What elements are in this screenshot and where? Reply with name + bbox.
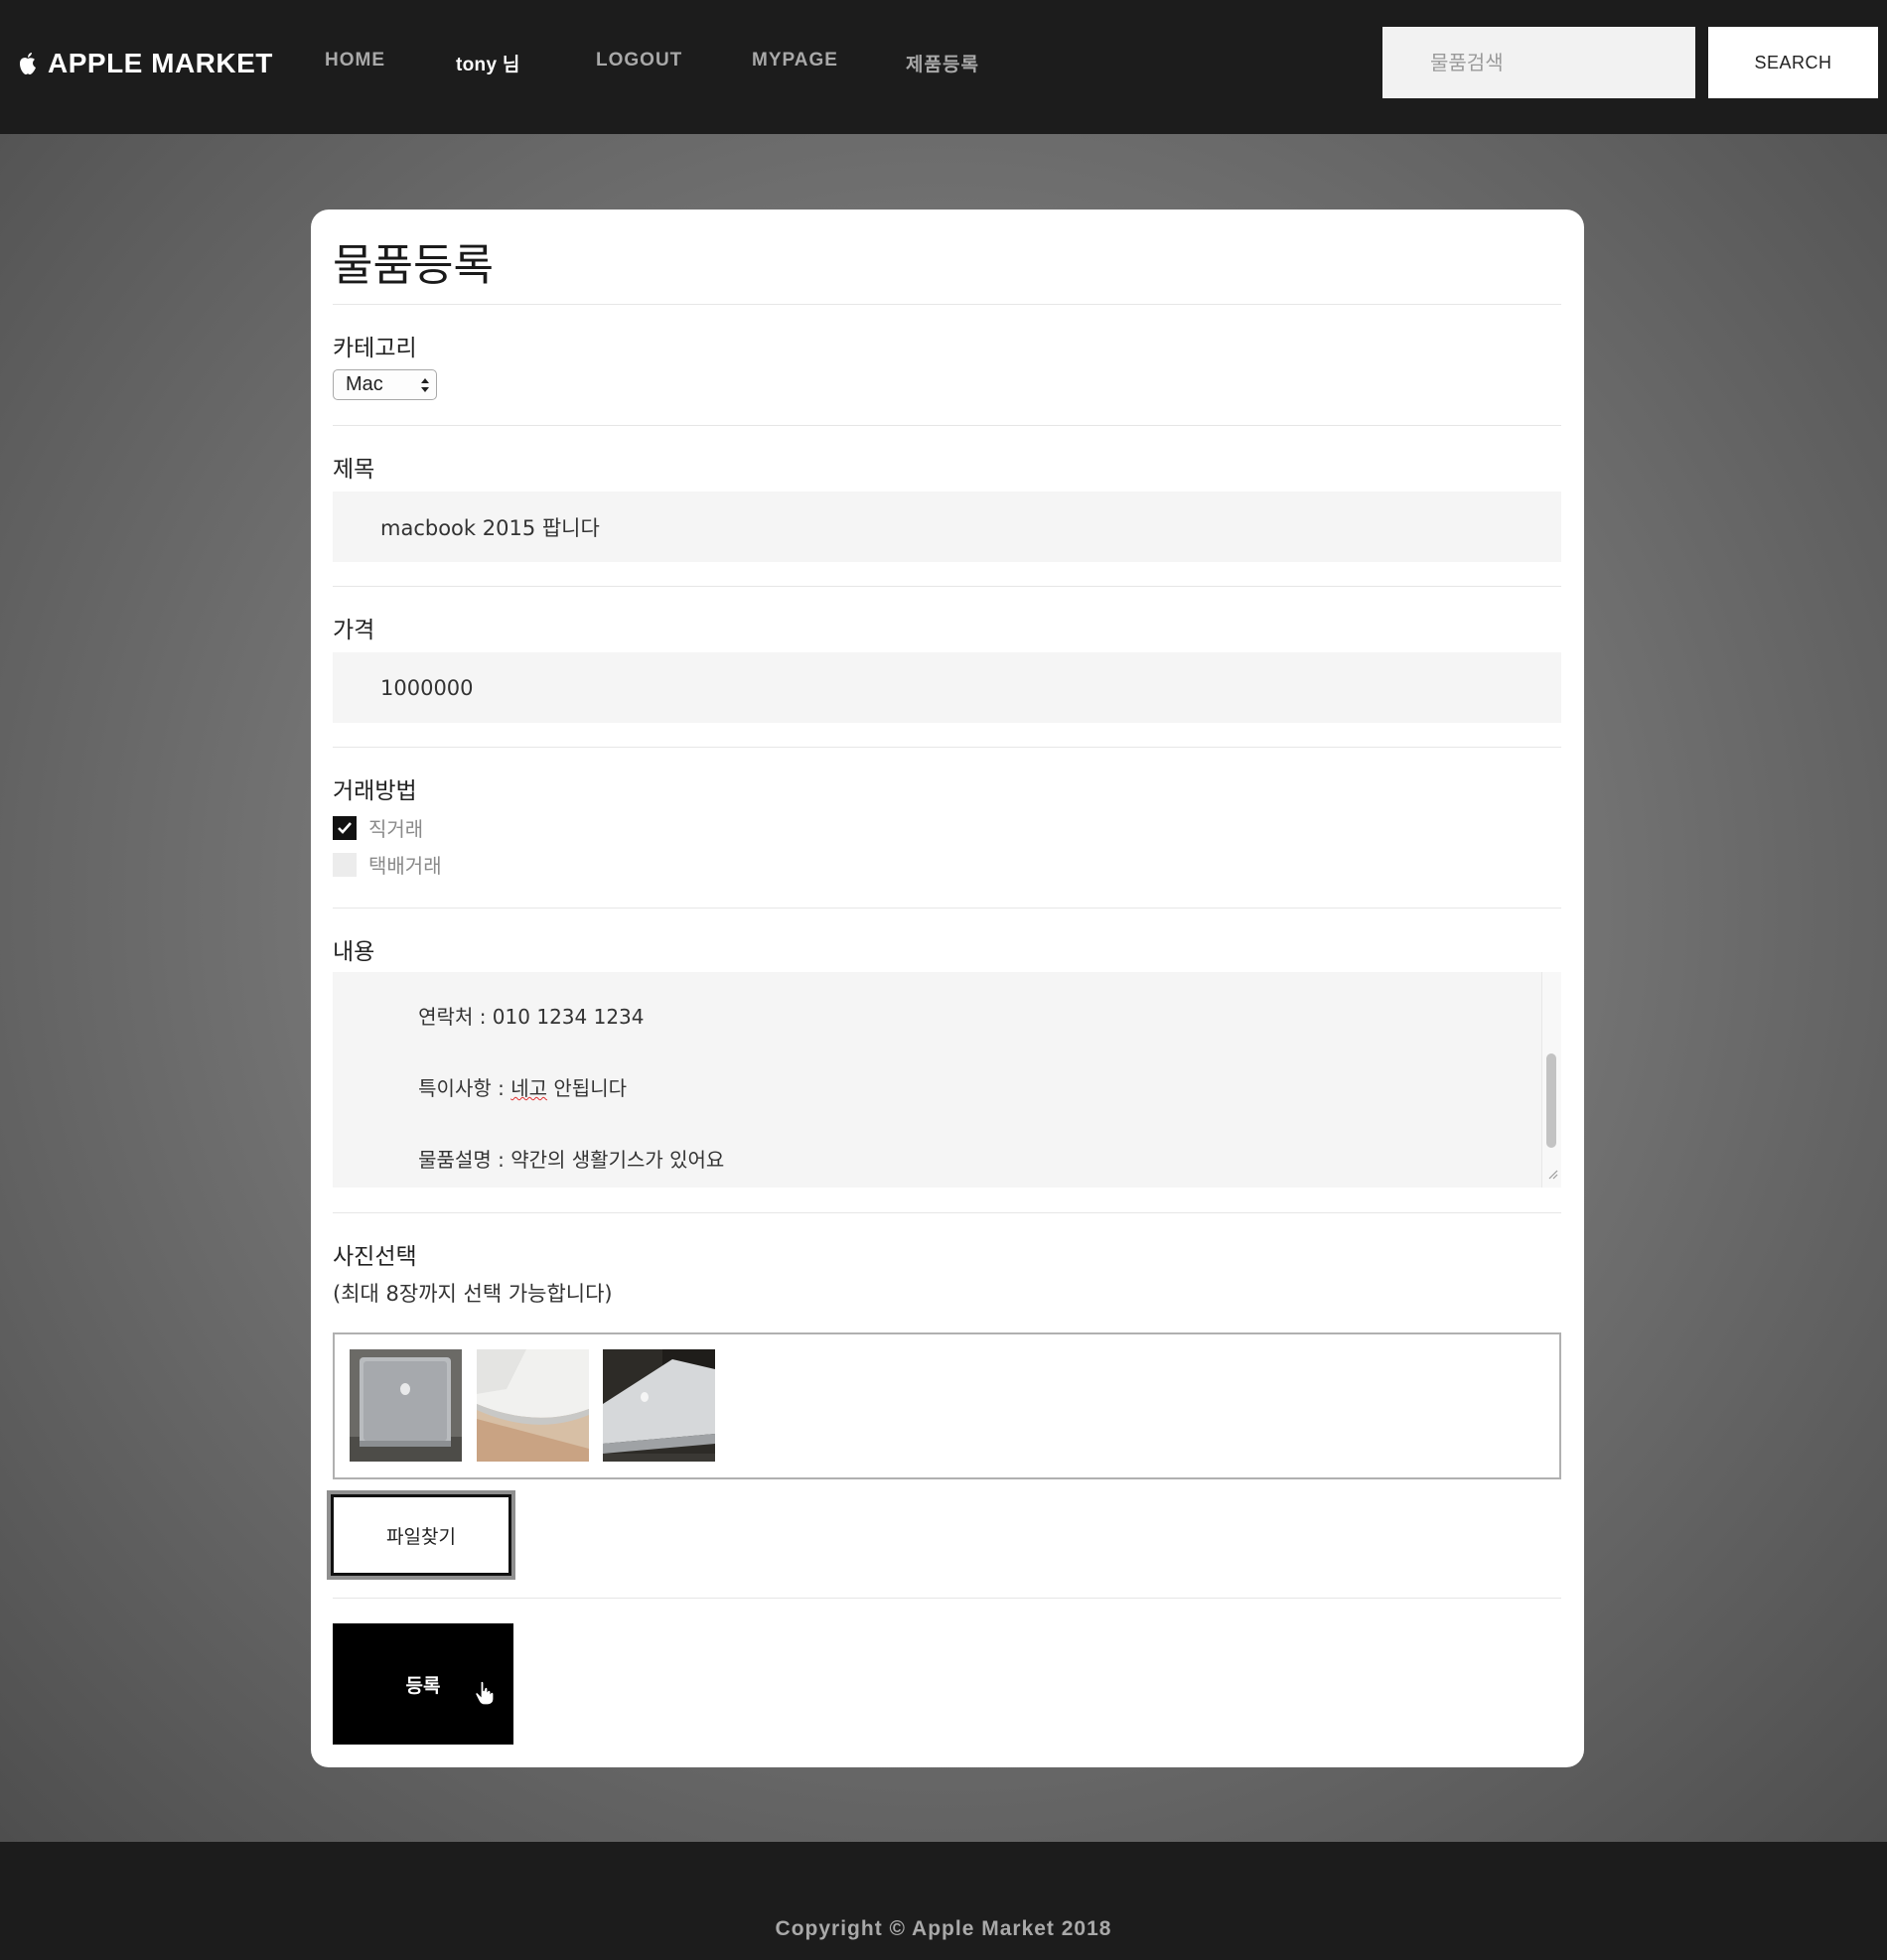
footer: Copyright © Apple Market 2018: [0, 1842, 1887, 1960]
price-label: 가격: [333, 618, 375, 643]
divider: [333, 425, 1561, 426]
content-line: 물품설명 : 약간의 생활기스가 있어요: [418, 1148, 725, 1172]
trade-option-direct[interactable]: 직거래: [333, 813, 423, 842]
apple-icon: [18, 52, 38, 75]
trade-option-label: 직거래: [368, 817, 424, 841]
photo-preview-box: [333, 1332, 1561, 1479]
brand-logo[interactable]: APPLE MARKET: [18, 44, 273, 83]
photo-thumbnail[interactable]: [477, 1349, 589, 1462]
divider: [333, 1212, 1561, 1213]
search-input[interactable]: [1382, 27, 1695, 98]
checkbox-checked[interactable]: [333, 815, 357, 840]
register-form-card: 물품등록 카테고리 Mac 제목 가격 거래방법 직거래 택배거래 내용: [311, 210, 1584, 1767]
brand-name: APPLE MARKET: [48, 48, 273, 78]
photo-thumbnail[interactable]: [350, 1349, 462, 1462]
hand-pointer-icon: [475, 1680, 497, 1711]
photo-hint: (최대 8장까지 선택 가능합니다): [333, 1282, 613, 1306]
scrollbar-thumb[interactable]: [1546, 1053, 1556, 1148]
category-label: 카테고리: [333, 336, 417, 361]
nav-mypage-link[interactable]: MYPAGE: [752, 50, 838, 71]
title-label: 제목: [333, 457, 375, 483]
trade-method-label: 거래방법: [333, 778, 417, 804]
nav-user-link[interactable]: tony 님: [456, 50, 520, 76]
nav-logout-link[interactable]: LOGOUT: [596, 50, 682, 71]
spellcheck-word: 네고: [510, 1076, 548, 1100]
search-button[interactable]: SEARCH: [1708, 27, 1878, 98]
content-textarea[interactable]: 연락처 : 010 1234 1234 특이사항 : 네고 안됩니다 물품설명 …: [333, 972, 1561, 1188]
title-input[interactable]: [333, 491, 1561, 562]
page-title: 물품등록: [333, 240, 494, 291]
price-input[interactable]: [333, 652, 1561, 723]
photo-thumbnail[interactable]: [603, 1349, 715, 1462]
select-arrows-icon: [420, 375, 430, 395]
divider: [333, 586, 1561, 587]
checkbox-unchecked[interactable]: [333, 852, 357, 877]
trade-option-label: 택배거래: [368, 854, 442, 878]
checkmark-icon: [338, 821, 352, 834]
resize-handle-icon[interactable]: [1546, 1167, 1558, 1185]
nav-register-link[interactable]: 제품등록: [906, 50, 979, 76]
divider: [333, 747, 1561, 748]
photo-label: 사진선택: [333, 1244, 417, 1270]
content-line: 특이사항 : 네고 안됩니다: [418, 1076, 627, 1100]
content-line: 연락처 : 010 1234 1234: [418, 1005, 645, 1029]
textarea-scrollbar[interactable]: [1541, 972, 1561, 1188]
nav-home-link[interactable]: HOME: [325, 50, 385, 71]
category-selected-value: Mac: [346, 373, 383, 395]
divider: [333, 1598, 1561, 1599]
divider: [333, 908, 1561, 909]
category-select[interactable]: Mac: [333, 369, 437, 400]
divider: [333, 304, 1561, 305]
copyright-text: Copyright © Apple Market 2018: [775, 1917, 1112, 1940]
top-navbar: APPLE MARKET HOME tony 님 LOGOUT MYPAGE 제…: [0, 0, 1887, 134]
content-label: 내용: [333, 939, 375, 965]
file-browse-button[interactable]: 파일찾기: [327, 1490, 515, 1580]
trade-option-delivery[interactable]: 택배거래: [333, 850, 442, 879]
